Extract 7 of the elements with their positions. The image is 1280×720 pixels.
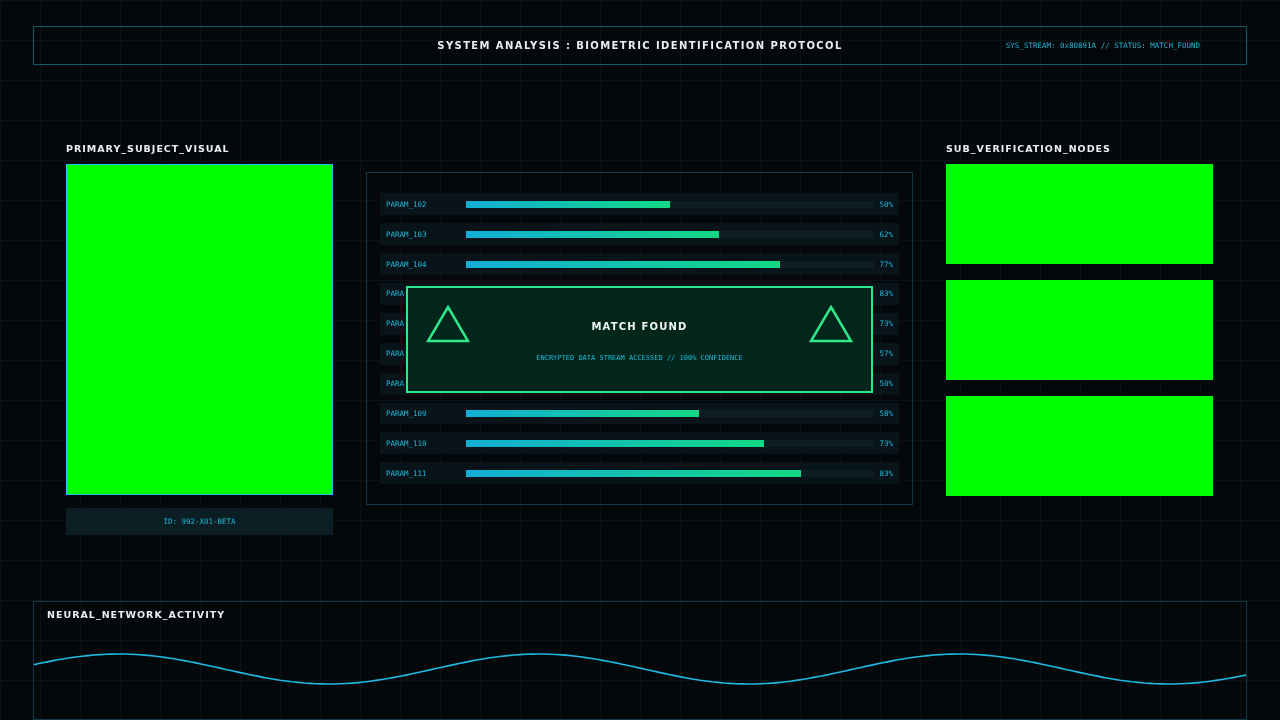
section-title: SUB_VERIFICATION_NODES <box>946 143 1112 157</box>
triangle-icon <box>426 305 470 344</box>
match-title: MATCH FOUND <box>591 321 688 333</box>
page-title: SYSTEM ANALYSIS : BIOMETRIC IDENTIFICATION PROTOCOL <box>437 40 843 52</box>
triangle-icon <box>809 305 853 344</box>
section-title: NEURAL_NETWORK_ACTIVITY <box>46 609 227 623</box>
section-title: PRIMARY_SUBJECT_VISUAL <box>66 143 231 157</box>
